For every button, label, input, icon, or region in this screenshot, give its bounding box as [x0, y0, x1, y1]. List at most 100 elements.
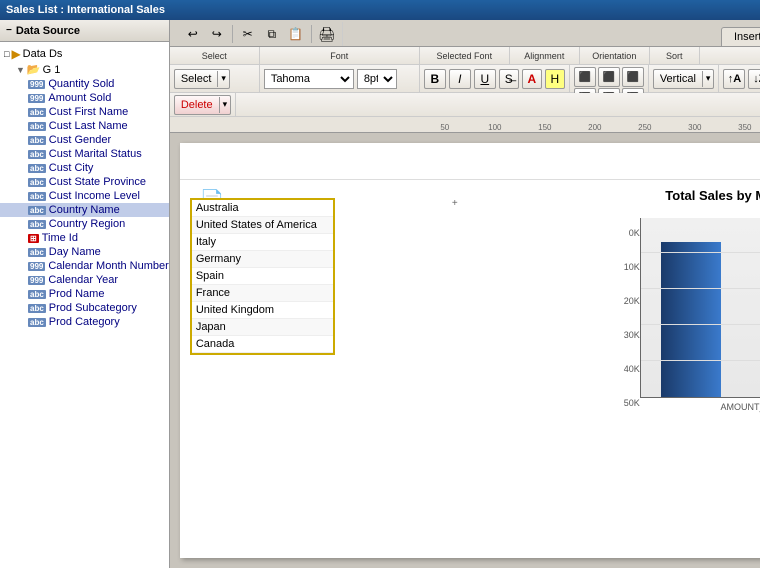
sort-desc-button[interactable]: ↓Z	[748, 69, 760, 89]
font-size-select[interactable]: 8pt	[357, 69, 397, 89]
underline-button[interactable]: U	[474, 69, 496, 89]
copy-button[interactable]: ⧉	[261, 24, 283, 44]
tree-fields-container: 999 Quantity Sold 999 Amount Sold abc Cu…	[0, 77, 169, 329]
field-name: Time Id	[42, 232, 78, 244]
y-label-50k: 50K	[600, 398, 640, 408]
field-type-badge: 999	[28, 262, 45, 271]
chart-y-labels: 50K 40K 30K 20K 10K 0K	[600, 228, 640, 408]
tree-field-item[interactable]: abc Cust Marital Status	[0, 147, 169, 161]
ruler-inner: 50 100 150 200 250 300 350 400 450 500	[420, 117, 760, 132]
paste-button[interactable]: 📋	[285, 24, 307, 44]
field-name: Calendar Month Number	[48, 260, 168, 272]
orientation-label: Vertical	[654, 71, 703, 87]
tree-field-item[interactable]: abc Prod Name	[0, 287, 169, 301]
selected-font-ctrl-group: B I U S̶ A H	[420, 65, 570, 92]
tree-collapse-icon: □	[4, 49, 9, 59]
list-corner-handle[interactable]: +	[452, 198, 458, 209]
tree-field-item[interactable]: 999 Amount Sold	[0, 91, 169, 105]
list-item[interactable]: Italy	[192, 234, 333, 251]
list-item[interactable]: United Kingdom	[192, 302, 333, 319]
tree-field-item[interactable]: abc Cust Gender	[0, 133, 169, 147]
tree-view[interactable]: □ ▶ Data Ds ▼ 📂 G 1 999 Quantity Sold 99…	[0, 42, 169, 568]
delete-button[interactable]: Delete ▾	[174, 95, 231, 115]
tree-field-item[interactable]: 999 Quantity Sold	[0, 77, 169, 91]
tree-field-item[interactable]: abc Country Name	[0, 203, 169, 217]
separator2	[311, 25, 312, 43]
tab-insert[interactable]: Insert	[721, 27, 760, 46]
tree-field-item[interactable]: abc Prod Subcategory	[0, 301, 169, 315]
redo-button[interactable]: ↪	[206, 24, 228, 44]
field-type-badge: abc	[28, 304, 46, 313]
data-source-panel: − Data Source □ ▶ Data Ds ▼ 📂 G 1 999 Qu…	[0, 20, 170, 568]
print-button[interactable]: 🖨	[316, 24, 338, 44]
tree-field-item[interactable]: abc Cust State Province	[0, 175, 169, 189]
list-item[interactable]: Australia	[192, 200, 333, 217]
field-name: Cust Marital Status	[49, 148, 142, 160]
tree-field-item[interactable]: abc Prod Category	[0, 315, 169, 329]
field-type-badge: abc	[28, 248, 46, 257]
align-left-button[interactable]: ⬛	[574, 67, 596, 87]
field-type-badge: 999	[28, 94, 45, 103]
font-name-select[interactable]: Tahoma	[264, 69, 354, 89]
strikethrough-button[interactable]: S̶	[499, 69, 519, 89]
app-title: Sales List : International Sales	[6, 4, 165, 16]
tree-field-item[interactable]: abc Cust First Name	[0, 105, 169, 119]
chart-bar-main	[661, 242, 721, 397]
field-type-badge: ⊞	[28, 234, 39, 243]
alignment-section-title: Alignment	[510, 47, 580, 64]
report-title: Customer S	[180, 143, 760, 180]
field-name: Prod Subcategory	[49, 302, 137, 314]
sort-asc-button[interactable]: ↑A	[723, 69, 745, 89]
tree-field-item[interactable]: ⊞ Time Id	[0, 231, 169, 245]
tree-field-item[interactable]: abc Cust Last Name	[0, 119, 169, 133]
group-folder-icon: 📂	[27, 63, 41, 76]
tree-group[interactable]: ▼ 📂 G 1	[0, 62, 169, 77]
list-item[interactable]: Japan	[192, 319, 333, 336]
tree-field-item[interactable]: 999 Calendar Year	[0, 273, 169, 287]
delete-label: Delete	[175, 97, 220, 113]
sort-ctrl-group: ↑A ↓Z	[719, 65, 760, 92]
field-name: Day Name	[49, 246, 101, 258]
orientation-select[interactable]: Vertical ▾	[653, 69, 715, 89]
tree-field-item[interactable]: 999 Calendar Month Number	[0, 259, 169, 273]
list-item[interactable]: United States of America	[192, 217, 333, 234]
tree-field-item[interactable]: abc Cust Income Level	[0, 189, 169, 203]
field-type-badge: abc	[28, 108, 46, 117]
tree-field-item[interactable]: abc Day Name	[0, 245, 169, 259]
align-right-button[interactable]: ⬛	[622, 67, 644, 87]
cut-button[interactable]: ✂	[237, 24, 259, 44]
y-label-20k: 20K	[600, 296, 640, 306]
align-center-button[interactable]: ⬛	[598, 67, 620, 87]
chart-title: Total Sales by Month	[550, 183, 760, 208]
field-type-badge: abc	[28, 178, 46, 187]
select-arrow-icon: ▾	[218, 71, 229, 86]
delete-row: Delete ▾	[170, 93, 760, 117]
ruler-50: 50	[420, 123, 470, 132]
highlight-button[interactable]: H	[545, 69, 565, 89]
font-color-button[interactable]: A	[522, 69, 542, 89]
tree-field-item[interactable]: abc Country Region	[0, 217, 169, 231]
field-name: Cust State Province	[49, 176, 146, 188]
undo-button[interactable]: ↩	[182, 24, 204, 44]
list-item[interactable]: Germany	[192, 251, 333, 268]
tab-bar: ↩ ↪ ✂ ⧉ 📋 🖨 Insert Page Layout List	[170, 20, 760, 47]
font-ctrl-group: Tahoma 8pt	[260, 65, 420, 92]
root-folder-icon: ▶	[11, 47, 20, 61]
select-section-title: Select	[170, 47, 260, 64]
collapse-icon[interactable]: −	[6, 25, 12, 36]
chart-content: 50K 40K 30K 20K 10K 0K	[600, 218, 760, 418]
orientation-arrow-icon: ▾	[703, 71, 714, 86]
field-type-badge: abc	[28, 150, 46, 159]
tree-field-item[interactable]: abc Cust City	[0, 161, 169, 175]
report-canvas: Customer S 📄 + AustraliaUnited States of…	[170, 133, 760, 568]
list-item[interactable]: Canada	[192, 336, 333, 353]
section-title-row: Select Font Selected Font Alignment Orie…	[170, 47, 760, 65]
tree-root[interactable]: □ ▶ Data Ds	[0, 46, 169, 62]
select-button[interactable]: Select ▾	[174, 69, 230, 89]
bold-button[interactable]: B	[424, 69, 446, 89]
italic-button[interactable]: I	[449, 69, 471, 89]
list-item[interactable]: Spain	[192, 268, 333, 285]
gridline-10k	[641, 360, 760, 361]
field-name: Prod Name	[49, 288, 105, 300]
list-item[interactable]: France	[192, 285, 333, 302]
